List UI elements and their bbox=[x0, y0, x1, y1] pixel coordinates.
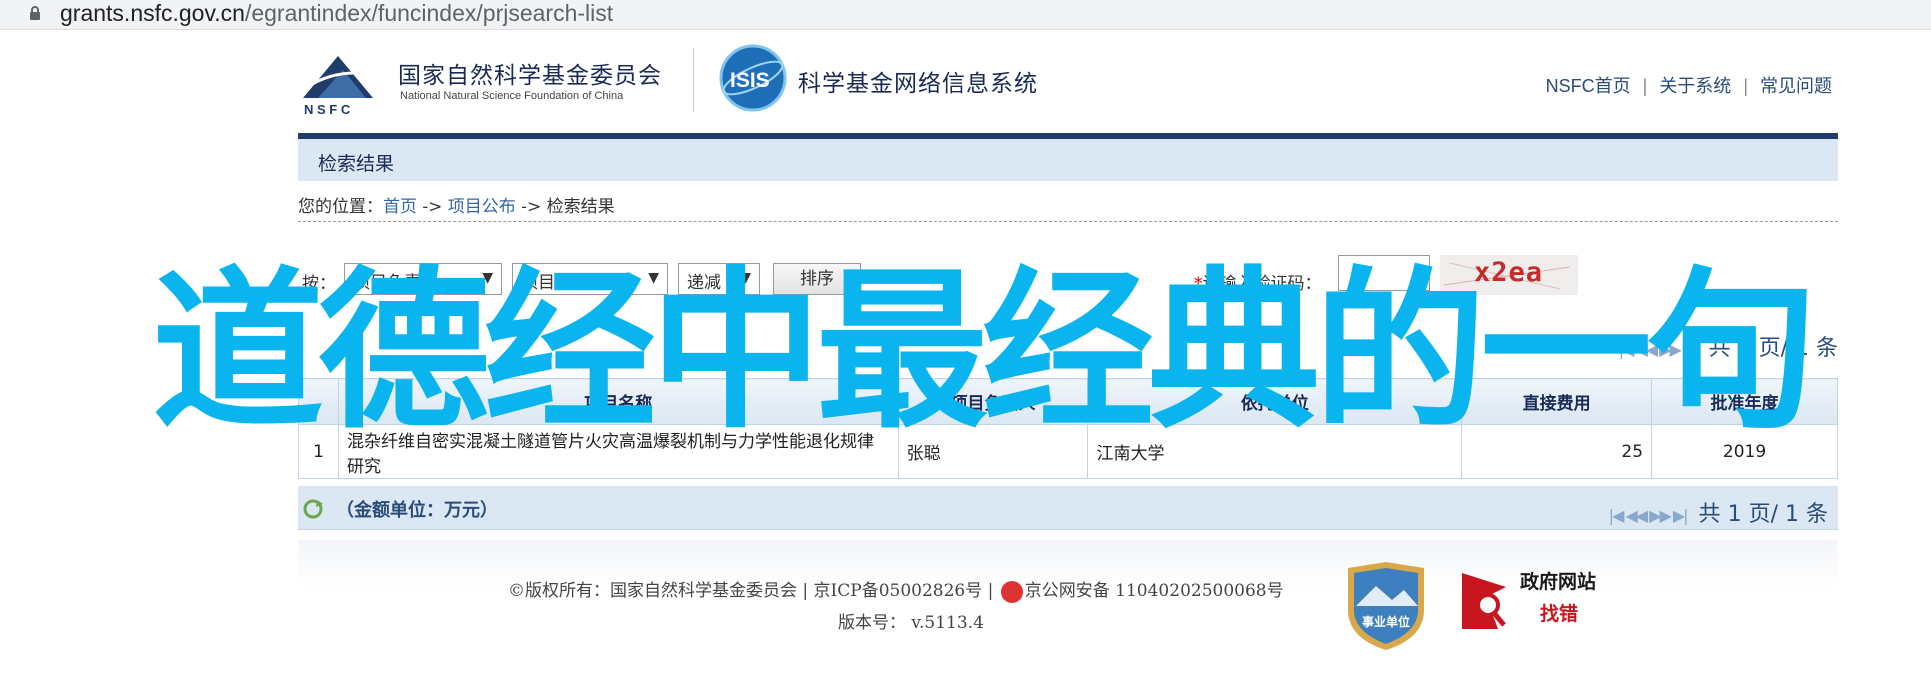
overlay-caption: 道德经中最经典的一句 bbox=[152, 251, 1818, 452]
system-title: 科学基金网络信息系统 bbox=[798, 71, 1038, 97]
site-header: N S F C 国家自然科学基金委员会 National Natural Sci… bbox=[298, 40, 1838, 135]
pager-total-unit: 条 bbox=[1815, 336, 1838, 361]
breadcrumb-current: 检索结果 bbox=[546, 197, 615, 217]
nav-home-link[interactable]: NSFC首页 bbox=[1546, 76, 1631, 96]
nav-separator: | bbox=[1642, 76, 1648, 96]
section-header: 检索结果 bbox=[298, 139, 1838, 181]
version-value: v.5113.4 bbox=[911, 613, 984, 633]
gov-site-title: 政府网站 bbox=[1520, 571, 1597, 593]
copyright-text: ©版权所有：国家自然科学基金委员会 | 京ICP备05002826号 | bbox=[508, 581, 999, 601]
badge-text: 事业单位 bbox=[1362, 614, 1410, 629]
breadcrumb-sep: -> bbox=[417, 197, 448, 217]
pager-unit: 页/ bbox=[1748, 502, 1778, 527]
breadcrumb: 您的位置：首页 -> 项目公布 -> 检索结果 bbox=[298, 192, 1838, 222]
nav-faq-link[interactable]: 常见问题 bbox=[1760, 76, 1832, 96]
breadcrumb-project-publish[interactable]: 项目公布 bbox=[448, 197, 516, 217]
logo-letters: N S F C bbox=[304, 102, 351, 117]
isis-letters: ISIS bbox=[730, 69, 770, 92]
pager-total: 1 bbox=[1784, 502, 1799, 527]
url-path: /egrantindex/funcindex/prjsearch-list bbox=[244, 0, 614, 26]
breadcrumb-sep: -> bbox=[515, 197, 547, 217]
nav-separator: | bbox=[1743, 76, 1748, 96]
police-emblem-icon bbox=[1000, 580, 1023, 603]
org-name-cn: 国家自然科学基金委员会 bbox=[398, 63, 662, 89]
page-container: N S F C 国家自然科学基金委员会 National Natural Sci… bbox=[298, 40, 1838, 650]
pager-bottom: |◀ ◀◀ ▶▶ ▶| 共 1 页/ 1 条 bbox=[1609, 496, 1828, 528]
breadcrumb-home[interactable]: 首页 bbox=[383, 197, 417, 217]
pager-prefix: 共 bbox=[1698, 502, 1721, 527]
url-text[interactable]: grants.nsfc.gov.cn/egrantindex/funcindex… bbox=[60, 0, 613, 26]
refresh-icon[interactable] bbox=[302, 498, 324, 520]
top-nav: NSFC首页 | 关于系统 | 常见问题 bbox=[1540, 72, 1838, 98]
nav-about-link[interactable]: 关于系统 bbox=[1659, 76, 1731, 96]
public-institution-badge[interactable]: 事业单位 bbox=[1342, 560, 1430, 652]
org-name-en: National Natural Science Foundation of C… bbox=[400, 90, 624, 102]
pager-nav-icons[interactable]: |◀ ◀◀ ▶▶ ▶| bbox=[1609, 506, 1689, 525]
footer-copyright: ©版权所有：国家自然科学基金委员会 | 京ICP备05002826号 | 京公网… bbox=[508, 576, 1284, 603]
isis-logo[interactable]: ISIS bbox=[718, 43, 788, 113]
amount-unit-note: （金额单位：万元） bbox=[336, 500, 498, 521]
nsfc-logo[interactable]: N S F C bbox=[298, 48, 398, 118]
url-host: grants.nsfc.gov.cn bbox=[60, 0, 245, 26]
section-title: 检索结果 bbox=[318, 153, 395, 175]
browser-address-bar[interactable]: grants.nsfc.gov.cn/egrantindex/funcindex… bbox=[0, 0, 1931, 30]
header-divider bbox=[693, 48, 694, 112]
table-summary-bar: （金额单位：万元） |◀ ◀◀ ▶▶ ▶| 共 1 页/ 1 条 bbox=[298, 486, 1838, 530]
lock-icon bbox=[30, 6, 40, 20]
pager-current: 1 bbox=[1727, 502, 1742, 527]
footer-version: 版本号： v.5113.4 bbox=[838, 608, 984, 633]
gov-site-error-report[interactable]: 政府网站 找错 bbox=[1458, 565, 1618, 645]
breadcrumb-prefix: 您的位置： bbox=[298, 197, 383, 217]
pager-total-unit: 条 bbox=[1805, 502, 1828, 527]
version-label: 版本号： bbox=[838, 613, 906, 633]
gov-site-report: 找错 bbox=[1540, 603, 1579, 625]
magnifier-icon bbox=[1462, 573, 1506, 629]
police-record-link[interactable]: 京公网安备 11040202500068号 bbox=[1025, 581, 1284, 601]
